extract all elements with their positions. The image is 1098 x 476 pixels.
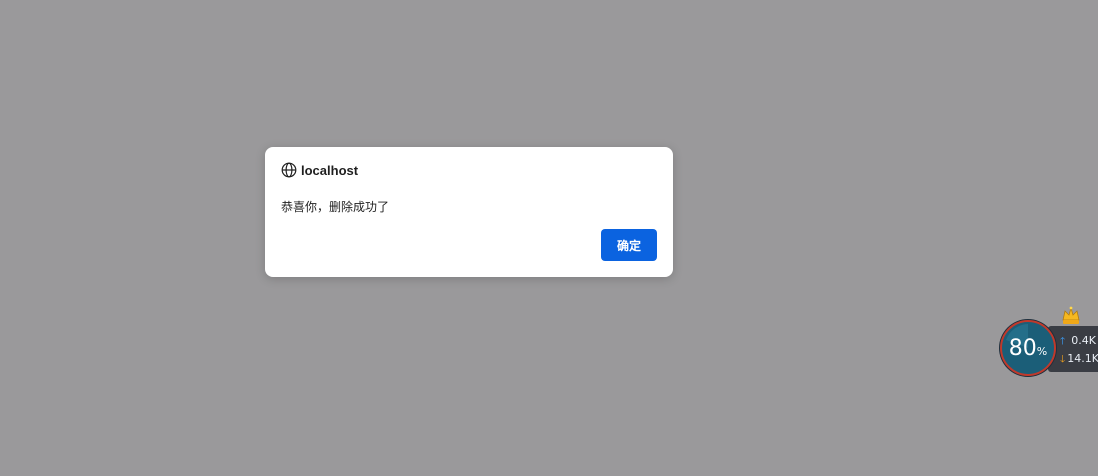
usage-readout: 80%: [998, 318, 1058, 378]
network-speed-widget[interactable]: 🡑 0.4K 🡓 14.1K 80%: [998, 304, 1098, 380]
download-row: 🡓 14.1K: [1060, 352, 1098, 369]
vip-crown-icon: [1062, 306, 1080, 324]
usage-unit: %: [1036, 344, 1048, 358]
upload-row: 🡑 0.4K: [1060, 334, 1096, 351]
usage-value: 80: [1008, 335, 1037, 361]
dialog-origin: localhost: [301, 162, 359, 178]
dialog-header: localhost: [281, 162, 358, 178]
alert-dialog: localhost 恭喜你，删除成功了 确定: [265, 147, 673, 277]
download-speed: 14.1K: [1067, 352, 1098, 365]
download-arrow-icon: 🡓: [1060, 354, 1066, 365]
upload-speed: 0.4K: [1071, 334, 1096, 347]
ok-button[interactable]: 确定: [601, 229, 657, 261]
dialog-message: 恭喜你，删除成功了: [281, 200, 390, 214]
upload-arrow-icon: 🡑: [1060, 336, 1066, 347]
globe-icon: [281, 162, 297, 178]
